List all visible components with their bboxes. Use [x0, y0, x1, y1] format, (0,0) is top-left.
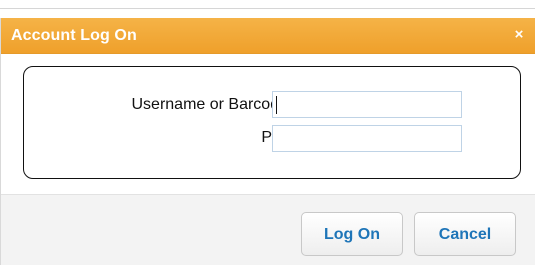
log-on-button[interactable]: Log On — [301, 212, 403, 256]
username-input[interactable] — [272, 91, 462, 118]
text-caret — [276, 96, 277, 114]
username-label: Username or Barcode — [131, 96, 288, 113]
pin-label: PIN — [68, 128, 288, 148]
close-button[interactable]: × — [510, 25, 528, 45]
account-log-on-dialog: Account Log On × Username or Barcode PIN… — [0, 18, 535, 265]
page-divider-line — [0, 8, 535, 9]
dialog-titlebar: Account Log On × — [1, 18, 535, 54]
dialog-title: Account Log On — [11, 27, 137, 44]
cancel-button[interactable]: Cancel — [414, 212, 516, 256]
dialog-content: Username or Barcode PIN — [1, 54, 535, 194]
logon-form-box: Username or Barcode PIN — [23, 66, 521, 179]
page-top-strip — [0, 0, 535, 18]
dialog-button-row: Log On Cancel — [1, 194, 535, 265]
close-icon: × — [514, 26, 524, 43]
pin-input[interactable] — [272, 125, 462, 152]
